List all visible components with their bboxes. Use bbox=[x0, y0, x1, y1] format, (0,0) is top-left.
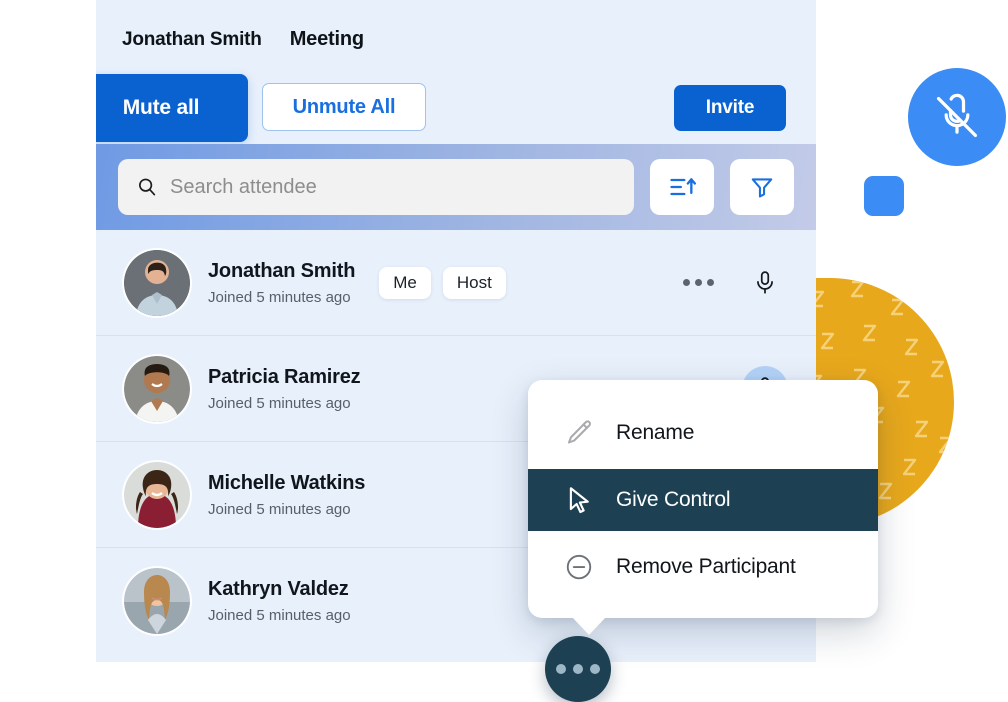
participant-joined: Joined 5 minutes ago bbox=[208, 394, 351, 412]
screenshot-root: Jonathan Smith Meeting Mute all Unmute A… bbox=[0, 0, 1008, 702]
invite-button[interactable]: Invite bbox=[674, 85, 786, 131]
microphone-muted-icon bbox=[936, 93, 978, 138]
menu-item-rename[interactable]: Rename bbox=[546, 402, 860, 464]
decorative-blue-square bbox=[864, 176, 904, 216]
participant-joined: Joined 5 minutes ago bbox=[208, 288, 351, 306]
unmute-all-button[interactable]: Unmute All bbox=[262, 83, 426, 131]
menu-item-label: Rename bbox=[616, 421, 695, 444]
search-input[interactable] bbox=[170, 175, 616, 199]
avatar bbox=[124, 249, 190, 316]
status-badge-host: Host bbox=[442, 266, 506, 299]
dot bbox=[682, 279, 690, 286]
participant-joined: Joined 5 minutes ago bbox=[208, 607, 351, 624]
avatar-michelle-watkins bbox=[124, 461, 190, 528]
header-actions: Mute all Unmute All Invite bbox=[96, 74, 816, 144]
menu-item-label: Remove Participant bbox=[616, 555, 796, 578]
microphone-icon bbox=[757, 270, 773, 294]
filter-button[interactable] bbox=[730, 159, 794, 215]
participant-name: Michelle Watkins bbox=[208, 471, 366, 494]
dot bbox=[590, 664, 600, 674]
list-item[interactable]: Jonathan Smith Joined 5 minutes ago Me H… bbox=[96, 230, 816, 336]
sort-button[interactable] bbox=[650, 159, 714, 215]
participant-name: Jonathan Smith bbox=[208, 259, 356, 282]
header-titles: Jonathan Smith Meeting bbox=[122, 28, 364, 51]
search-icon bbox=[139, 178, 156, 196]
menu-item-give-control[interactable]: Give Control bbox=[528, 469, 878, 531]
avatar-patricia-ramirez bbox=[124, 355, 190, 422]
dot bbox=[573, 664, 583, 674]
search-toolbar bbox=[96, 144, 816, 230]
avatar bbox=[124, 568, 190, 634]
avatar bbox=[124, 355, 190, 422]
host-name: Jonathan Smith bbox=[122, 29, 262, 50]
participant-context-menu: Rename Give Control Remove Participant bbox=[528, 380, 878, 635]
status-badge-me: Me bbox=[379, 266, 431, 299]
mute-all-button[interactable]: Mute all bbox=[96, 74, 248, 142]
sort-ascending-icon bbox=[670, 178, 696, 196]
more-options-button[interactable] bbox=[680, 270, 716, 296]
page-title: Meeting bbox=[289, 28, 364, 50]
menu-item-remove-participant[interactable]: Remove Participant bbox=[546, 536, 860, 598]
participant-info: Patricia Ramirez Joined 5 minutes ago bbox=[208, 365, 361, 412]
cursor-arrow-icon bbox=[562, 483, 596, 517]
participant-name: Patricia Ramirez bbox=[208, 365, 361, 388]
dot bbox=[706, 279, 714, 286]
participant-name: Kathryn Valdez bbox=[208, 578, 349, 600]
pencil-icon bbox=[562, 416, 596, 450]
more-horizontal-fab[interactable] bbox=[545, 636, 611, 702]
microphone-toggle-button[interactable] bbox=[742, 260, 788, 306]
avatar bbox=[124, 461, 190, 528]
minus-circle-icon bbox=[562, 550, 596, 584]
participant-info: Michelle Watkins Joined 5 minutes ago bbox=[208, 472, 365, 518]
avatar-kathryn-valdez bbox=[124, 568, 190, 634]
participant-badges: Me Host bbox=[379, 266, 506, 299]
avatar-jonathan-smith bbox=[124, 249, 190, 316]
filter-funnel-icon bbox=[751, 178, 773, 198]
dot bbox=[556, 664, 566, 674]
participant-info: Jonathan Smith Joined 5 minutes ago bbox=[208, 260, 355, 306]
participant-info: Kathryn Valdez Joined 5 minutes ago bbox=[208, 578, 351, 624]
panel-header: Jonathan Smith Meeting Mute all Unmute A… bbox=[96, 0, 816, 144]
menu-pointer-tail bbox=[572, 617, 606, 635]
menu-item-label: Give Control bbox=[616, 488, 731, 511]
search-box[interactable] bbox=[118, 159, 634, 215]
decorative-mute-badge bbox=[908, 68, 1006, 166]
participant-joined: Joined 5 minutes ago bbox=[208, 500, 351, 518]
row-actions bbox=[680, 260, 788, 306]
dot bbox=[694, 279, 702, 286]
